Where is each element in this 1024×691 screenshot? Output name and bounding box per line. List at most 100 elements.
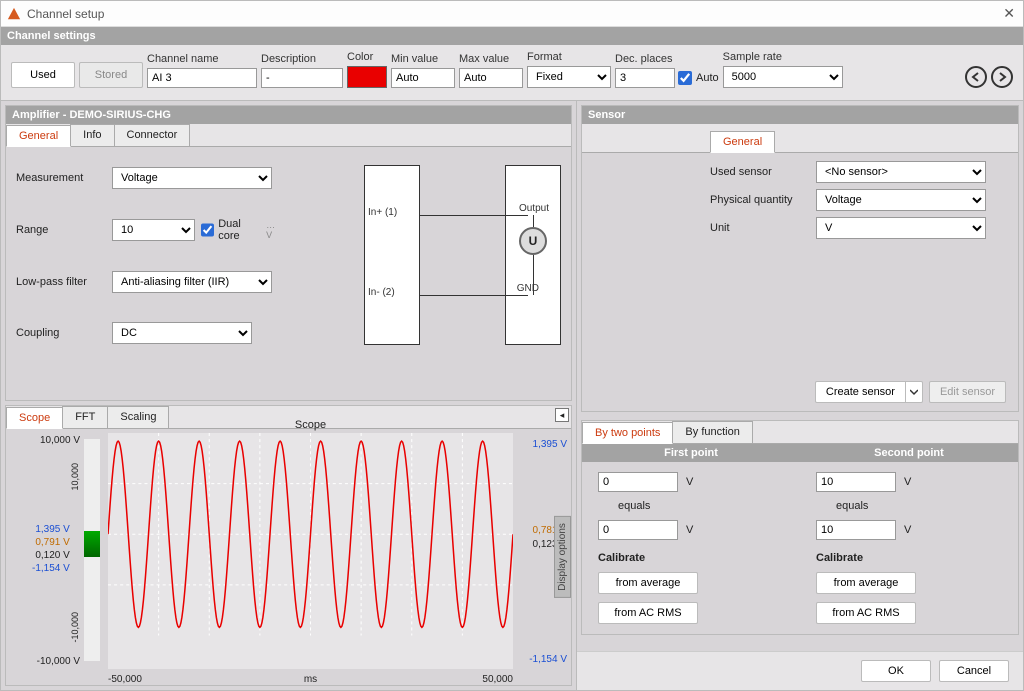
create-sensor-caret[interactable] bbox=[906, 381, 923, 403]
range-select[interactable]: 10 bbox=[112, 219, 195, 241]
pin-gnd: GND bbox=[517, 283, 539, 294]
min-value-label: Min value bbox=[391, 53, 455, 65]
scope-collapse-icon[interactable]: ◂ bbox=[555, 408, 569, 422]
color-swatch[interactable] bbox=[347, 66, 387, 88]
calib-header-row: First point Second point bbox=[582, 444, 1018, 462]
second-point-header: Second point bbox=[800, 444, 1018, 462]
amplifier-header: Amplifier - DEMO-SIRIUS-CHG bbox=[6, 106, 571, 124]
stored-button[interactable]: Stored bbox=[79, 62, 143, 88]
min-value-input[interactable] bbox=[391, 68, 455, 88]
connection-diagram: In+ (1) In- (2) Output GND U bbox=[364, 155, 561, 355]
calibrate-2-label: Calibrate bbox=[816, 548, 1002, 564]
scope-level-bar: 10,000 -10,000 bbox=[84, 439, 100, 661]
p2-phys-unit: V bbox=[904, 524, 911, 536]
used-button[interactable]: Used bbox=[11, 62, 75, 88]
channel-name-label: Channel name bbox=[147, 53, 257, 65]
sensor-header: Sensor bbox=[582, 106, 1018, 124]
sample-rate-select[interactable]: 5000 bbox=[723, 66, 843, 88]
tab-two-points[interactable]: By two points bbox=[582, 422, 673, 444]
measurement-label: Measurement bbox=[16, 172, 106, 184]
from-acrms-2-button[interactable]: from AC RMS bbox=[816, 602, 916, 624]
scope-ind-3: 0,120 V bbox=[32, 549, 70, 562]
used-sensor-label: Used sensor bbox=[710, 166, 810, 178]
tab-scaling[interactable]: Scaling bbox=[107, 406, 169, 428]
dual-core-label[interactable]: Dual core bbox=[201, 218, 260, 242]
used-sensor-select[interactable]: <No sensor> bbox=[816, 161, 986, 183]
coupling-select[interactable]: DC bbox=[112, 322, 252, 344]
dual-core-text: Dual core bbox=[218, 218, 260, 242]
close-icon[interactable]: ✕ bbox=[1003, 5, 1015, 22]
calib-tabs: By two points By function bbox=[582, 421, 1018, 444]
window-title: Channel setup bbox=[27, 7, 104, 21]
range-hint: … V bbox=[266, 220, 282, 240]
tab-amp-general[interactable]: General bbox=[6, 125, 71, 147]
prev-channel-button[interactable] bbox=[965, 66, 987, 88]
cancel-button[interactable]: Cancel bbox=[939, 660, 1009, 682]
scope-ind-2: 0,791 V bbox=[32, 536, 70, 549]
sample-rate-label: Sample rate bbox=[723, 51, 843, 63]
pin-in-minus: In- (2) bbox=[368, 287, 395, 298]
p2-phys-input[interactable] bbox=[816, 520, 896, 540]
dual-core-checkbox[interactable] bbox=[201, 223, 214, 237]
pin-output: Output bbox=[519, 203, 549, 214]
tab-sensor-general[interactable]: General bbox=[710, 131, 775, 153]
p1-phys-input[interactable] bbox=[598, 520, 678, 540]
scope-ind-4: -1,154 V bbox=[32, 562, 70, 575]
dec-places-input[interactable] bbox=[615, 68, 675, 88]
pin-in-plus: In+ (1) bbox=[368, 207, 397, 218]
format-label: Format bbox=[527, 51, 611, 63]
description-input[interactable] bbox=[261, 68, 343, 88]
phys-qty-select[interactable]: Voltage bbox=[816, 189, 986, 211]
tab-fft[interactable]: FFT bbox=[62, 406, 108, 428]
scope-y-top: 10,000 V bbox=[40, 435, 80, 446]
from-average-2-button[interactable]: from average bbox=[816, 572, 916, 594]
p2-raw-unit: V bbox=[904, 476, 911, 488]
scope-x-mid: ms bbox=[304, 674, 317, 685]
auto-dec-checkbox[interactable] bbox=[678, 71, 692, 85]
channel-settings-header: Channel settings bbox=[1, 27, 1023, 45]
unit-label: Unit bbox=[710, 222, 810, 234]
wire-bot bbox=[420, 295, 528, 296]
tab-scope[interactable]: Scope bbox=[6, 407, 63, 429]
max-value-input[interactable] bbox=[459, 68, 523, 88]
scope-side-bot: -10,000 bbox=[70, 612, 80, 643]
next-channel-button[interactable] bbox=[991, 66, 1013, 88]
p1-raw-unit: V bbox=[686, 476, 693, 488]
measurement-select[interactable]: Voltage bbox=[112, 167, 272, 189]
p1-phys-unit: V bbox=[686, 524, 693, 536]
scope-x-right: 50,000 bbox=[482, 674, 513, 685]
description-label: Description bbox=[261, 53, 343, 65]
phys-qty-label: Physical quantity bbox=[710, 194, 810, 206]
edit-sensor-button[interactable]: Edit sensor bbox=[929, 381, 1006, 403]
unit-select[interactable]: V bbox=[816, 217, 986, 239]
scope-r1: 1,395 V bbox=[533, 439, 567, 450]
scope-r4: -1,154 V bbox=[529, 654, 567, 665]
scope-chart[interactable]: Scope bbox=[108, 433, 513, 669]
coupling-label: Coupling bbox=[16, 327, 106, 339]
tab-amp-connector[interactable]: Connector bbox=[114, 124, 191, 146]
scope-y-bot: -10,000 V bbox=[37, 656, 80, 667]
scope-tabs: Scope FFT Scaling bbox=[6, 406, 571, 429]
ok-button[interactable]: OK bbox=[861, 660, 931, 682]
lpf-select[interactable]: Anti-aliasing filter (IIR) bbox=[112, 271, 272, 293]
first-point-header: First point bbox=[582, 444, 800, 462]
format-select[interactable]: Fixed bbox=[527, 66, 611, 88]
from-average-1-button[interactable]: from average bbox=[598, 572, 698, 594]
p2-raw-input[interactable] bbox=[816, 472, 896, 492]
create-sensor-button[interactable]: Create sensor bbox=[815, 381, 906, 403]
max-value-label: Max value bbox=[459, 53, 523, 65]
scope-ind-1: 1,395 V bbox=[32, 523, 70, 536]
app-icon bbox=[7, 7, 21, 21]
auto-dec-label[interactable]: Auto bbox=[678, 71, 719, 85]
display-options-handle[interactable]: Display options bbox=[554, 516, 571, 598]
lpf-label: Low-pass filter bbox=[16, 276, 106, 288]
tab-by-function[interactable]: By function bbox=[672, 421, 752, 443]
range-label: Range bbox=[16, 224, 106, 236]
channel-name-input[interactable] bbox=[147, 68, 257, 88]
p1-raw-input[interactable] bbox=[598, 472, 678, 492]
from-acrms-1-button[interactable]: from AC RMS bbox=[598, 602, 698, 624]
scope-x-left: -50,000 bbox=[108, 674, 142, 685]
tab-amp-info[interactable]: Info bbox=[70, 124, 114, 146]
amp-box bbox=[364, 165, 420, 345]
color-label: Color bbox=[347, 51, 387, 63]
